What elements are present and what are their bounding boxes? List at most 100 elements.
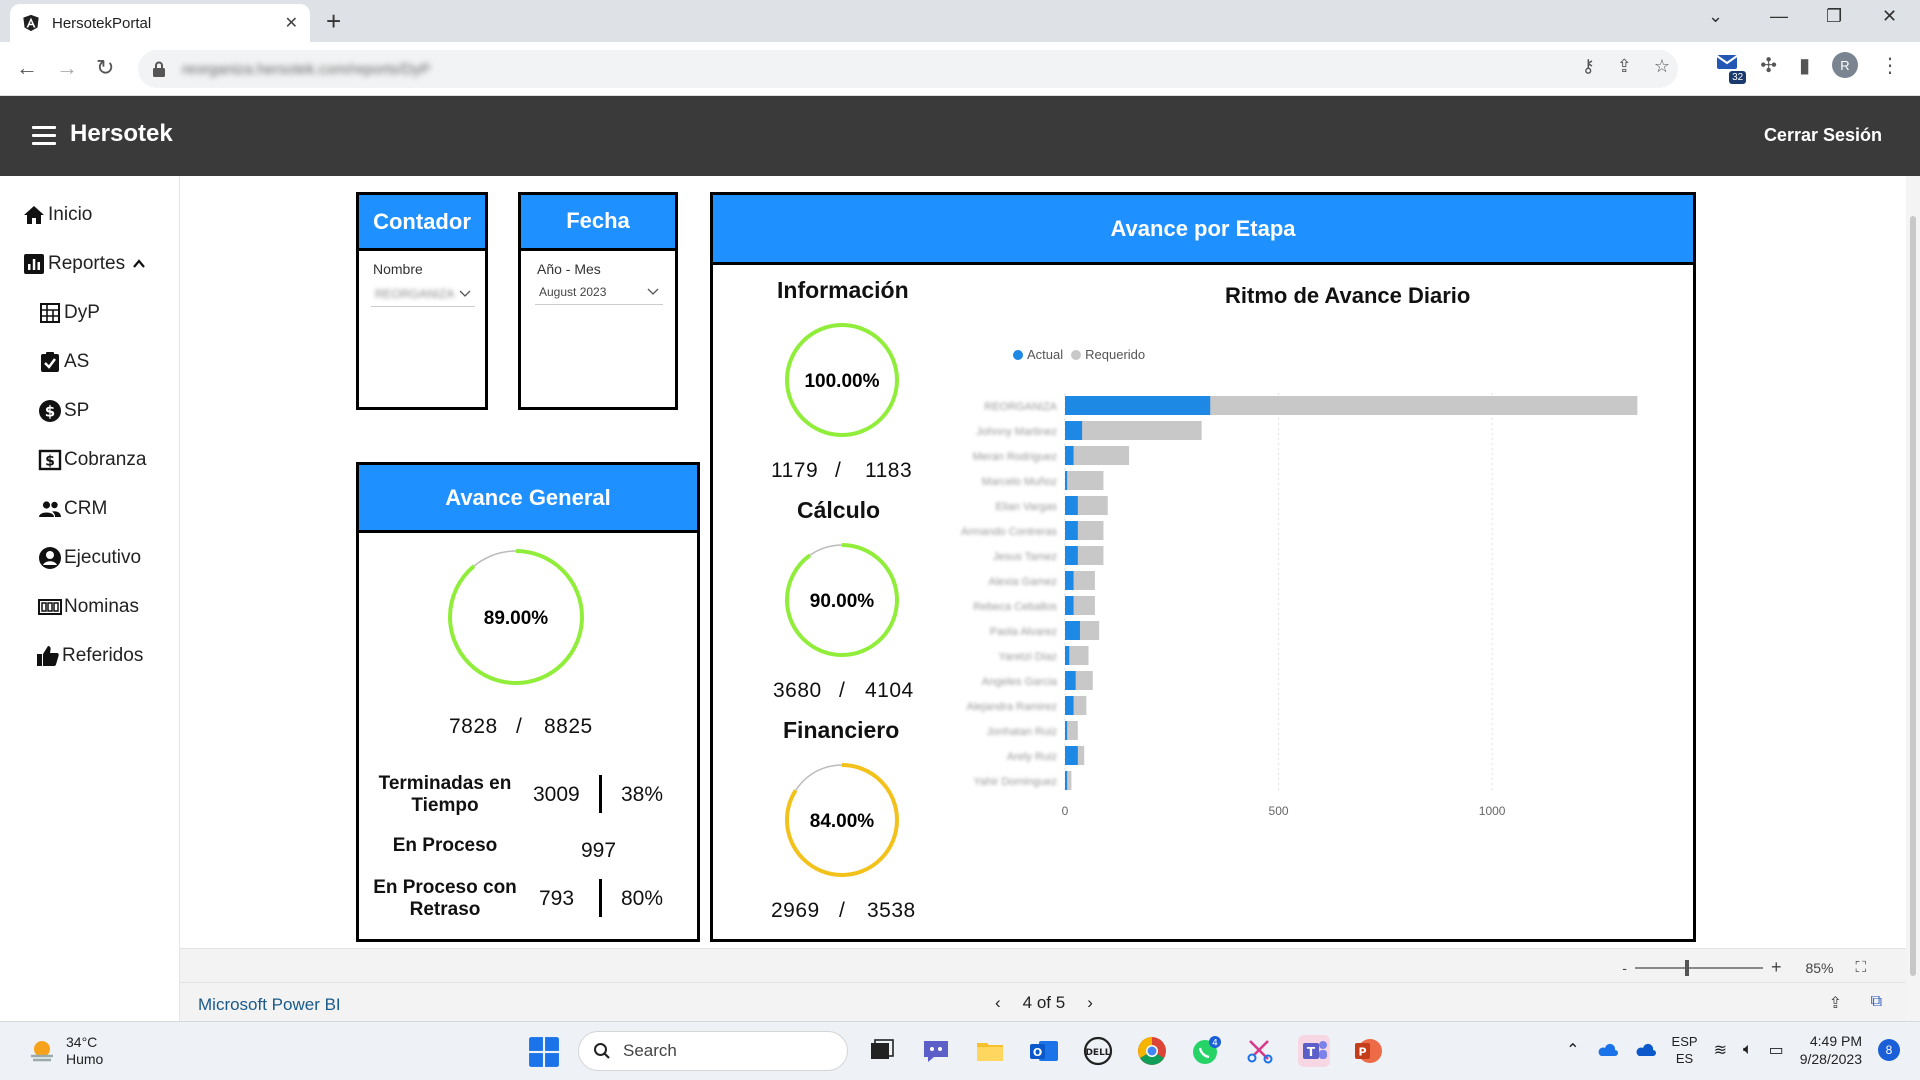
ritmo-bar-chart: 0 500 1000 REORGANIZA Johnny Martinez Meran R… [961, 393, 1638, 818]
close-window-icon[interactable]: ✕ [1882, 6, 1897, 27]
logout-button[interactable]: Cerrar Sesión [1764, 125, 1882, 146]
sidebar-item-sp[interactable]: $ SP [38, 399, 89, 423]
category-label: Yaretzi Diaz [999, 651, 1057, 663]
restore-icon[interactable]: ❐ [1826, 6, 1842, 27]
category-label: Yahir Dominguez [973, 776, 1057, 788]
hamburger-menu-icon[interactable] [32, 126, 56, 145]
x-tick-label: 0 [1062, 804, 1069, 818]
sidebar-item-reportes[interactable]: Reportes [22, 252, 149, 276]
powerbi-report: Contador Nombre REORGANIZA Fecha Año - M… [180, 176, 1880, 948]
sidebar-item-cobranza[interactable]: $ Cobranza [38, 448, 146, 472]
pbi-zoom-bar: - + 85% ⛶ [180, 948, 1906, 982]
volume-icon[interactable]: 🔈︎ [1743, 1041, 1753, 1059]
windows-start-icon[interactable] [528, 1036, 560, 1068]
zoom-in-button[interactable]: + [1771, 957, 1782, 978]
search-icon [594, 1043, 610, 1059]
powerbi-brand-link[interactable]: Microsoft Power BI [198, 995, 341, 1015]
outlook-icon[interactable]: O [1028, 1035, 1060, 1067]
notification-badge[interactable]: 8 [1878, 1039, 1900, 1061]
stage-informacion-total: 1183 [865, 459, 913, 482]
sidebar-item-label: Reportes [48, 253, 126, 274]
page-scrollbar[interactable] [1906, 176, 1920, 1021]
terminadas-value: 3009 [533, 783, 580, 806]
url-input[interactable]: reorganiza.hersotek.com/reports/DyP [138, 50, 1678, 88]
share-icon[interactable]: ⇪ [1617, 56, 1632, 77]
browser-tab-bar: HersotekPortal ✕ + ⌄ — ❐ ✕ [0, 0, 1920, 42]
browser-menu-icon[interactable]: ⋮ [1880, 53, 1900, 78]
anio-mes-dropdown[interactable]: August 2023 [535, 279, 663, 305]
category-label: Paola Alvarez [990, 626, 1057, 638]
whatsapp-icon[interactable]: 4 [1190, 1035, 1222, 1067]
prev-page-icon[interactable]: ‹ [995, 993, 1001, 1013]
x-tick-label: 1000 [1479, 804, 1506, 818]
powerpoint-icon[interactable]: P [1352, 1035, 1384, 1067]
sidebar-item-nominas[interactable]: Nominas [38, 595, 139, 619]
ratio-separator: / [516, 715, 523, 738]
snipping-tool-icon[interactable] [1244, 1035, 1276, 1067]
key-icon[interactable]: ⚷ [1582, 56, 1595, 77]
dell-icon[interactable]: DELL [1082, 1035, 1114, 1067]
category-label: Alexia Gamez [989, 576, 1057, 588]
category-label: Angeles Garcia [982, 676, 1058, 688]
wifi-icon[interactable]: ≋ [1714, 1040, 1727, 1060]
taskbar-search[interactable]: Search [578, 1031, 848, 1071]
sidebar-item-label: Nominas [64, 596, 139, 617]
retraso-value: 793 [539, 887, 575, 910]
show-hidden-icons[interactable]: ⌃ [1566, 1040, 1579, 1060]
task-view-icon[interactable] [866, 1035, 898, 1067]
next-page-icon[interactable]: › [1087, 993, 1093, 1013]
avance-general-card: Avance General 89.00% 7828 / 8825 Termin… [356, 462, 700, 942]
nombre-dropdown[interactable]: REORGANIZA [371, 281, 475, 307]
profile-avatar[interactable]: R [1832, 52, 1858, 78]
new-tab-icon[interactable]: + [326, 7, 341, 35]
zoom-out-button[interactable]: - [1622, 960, 1627, 976]
onedrive-business-icon[interactable] [1634, 1042, 1656, 1058]
stage-calculo-percent: 90.00% [810, 591, 875, 612]
weather-widget[interactable]: 34°C Humo [28, 1034, 103, 1068]
sidebar-item-as[interactable]: AS [38, 350, 89, 374]
sidebar-item-dyp[interactable]: DyP [38, 301, 100, 325]
browser-tab[interactable]: HersotekPortal ✕ [10, 4, 310, 42]
chart-title: Ritmo de Avance Diario [1225, 283, 1471, 308]
retraso-label: En Proceso con Retraso [373, 877, 517, 920]
extensions-puzzle-icon[interactable]: ✣ [1760, 53, 1777, 78]
sidebar-item-crm[interactable]: CRM [38, 497, 107, 521]
contador-title: Contador [359, 195, 485, 251]
teams-icon[interactable]: T [1298, 1035, 1330, 1067]
zoom-slider-knob[interactable] [1684, 959, 1689, 976]
share-report-icon[interactable]: ⇪ [1829, 993, 1842, 1013]
divider [599, 879, 602, 917]
forward-icon[interactable]: → [56, 55, 78, 81]
retraso-pct: 80% [621, 887, 664, 910]
battery-icon[interactable]: ▭ [1769, 1040, 1784, 1060]
minimize-icon[interactable]: — [1770, 6, 1788, 27]
clock[interactable]: 4:49 PM 9/28/2023 [1800, 1032, 1862, 1068]
extension-mail-icon[interactable]: 32 [1716, 52, 1747, 84]
chat-icon[interactable] [920, 1035, 952, 1067]
zoom-slider[interactable] [1634, 959, 1763, 976]
avance-etapa-title: Avance por Etapa [713, 195, 1693, 265]
file-explorer-icon[interactable] [974, 1035, 1006, 1067]
app-header: Hersotek Cerrar Sesión [0, 96, 1920, 176]
fullscreen-icon[interactable]: ⧉ [1871, 993, 1882, 1011]
back-icon[interactable]: ← [16, 55, 38, 81]
side-panel-icon[interactable]: ▮ [1799, 53, 1810, 78]
bookmark-star-icon[interactable]: ☆ [1654, 56, 1670, 77]
en-proceso-label: En Proceso [392, 835, 498, 856]
sidebar-item-label: Inicio [48, 204, 93, 225]
fit-page-icon[interactable]: ⛶ [1855, 959, 1866, 976]
sidebar-item-ejecutivo[interactable]: Ejecutivo [38, 546, 141, 570]
dollar-circle-icon: $ [39, 400, 61, 422]
onedrive-icon[interactable] [1596, 1042, 1618, 1058]
sidebar-item-inicio[interactable]: Inicio [22, 203, 92, 227]
chevron-down-icon [647, 288, 659, 295]
language-indicator[interactable]: ESP ES [1672, 1033, 1698, 1067]
chrome-icon[interactable] [1136, 1035, 1168, 1067]
stage-financiero-total: 3538 [867, 899, 916, 922]
scrollbar-thumb[interactable] [1910, 216, 1916, 976]
stage-calculo-ring: 90.00% [785, 543, 899, 657]
close-tab-icon[interactable]: ✕ [285, 13, 298, 33]
sidebar-item-referidos[interactable]: Referidos [36, 644, 143, 668]
reload-icon[interactable]: ↻ [96, 55, 114, 81]
tab-search-icon[interactable]: ⌄ [1708, 6, 1723, 27]
